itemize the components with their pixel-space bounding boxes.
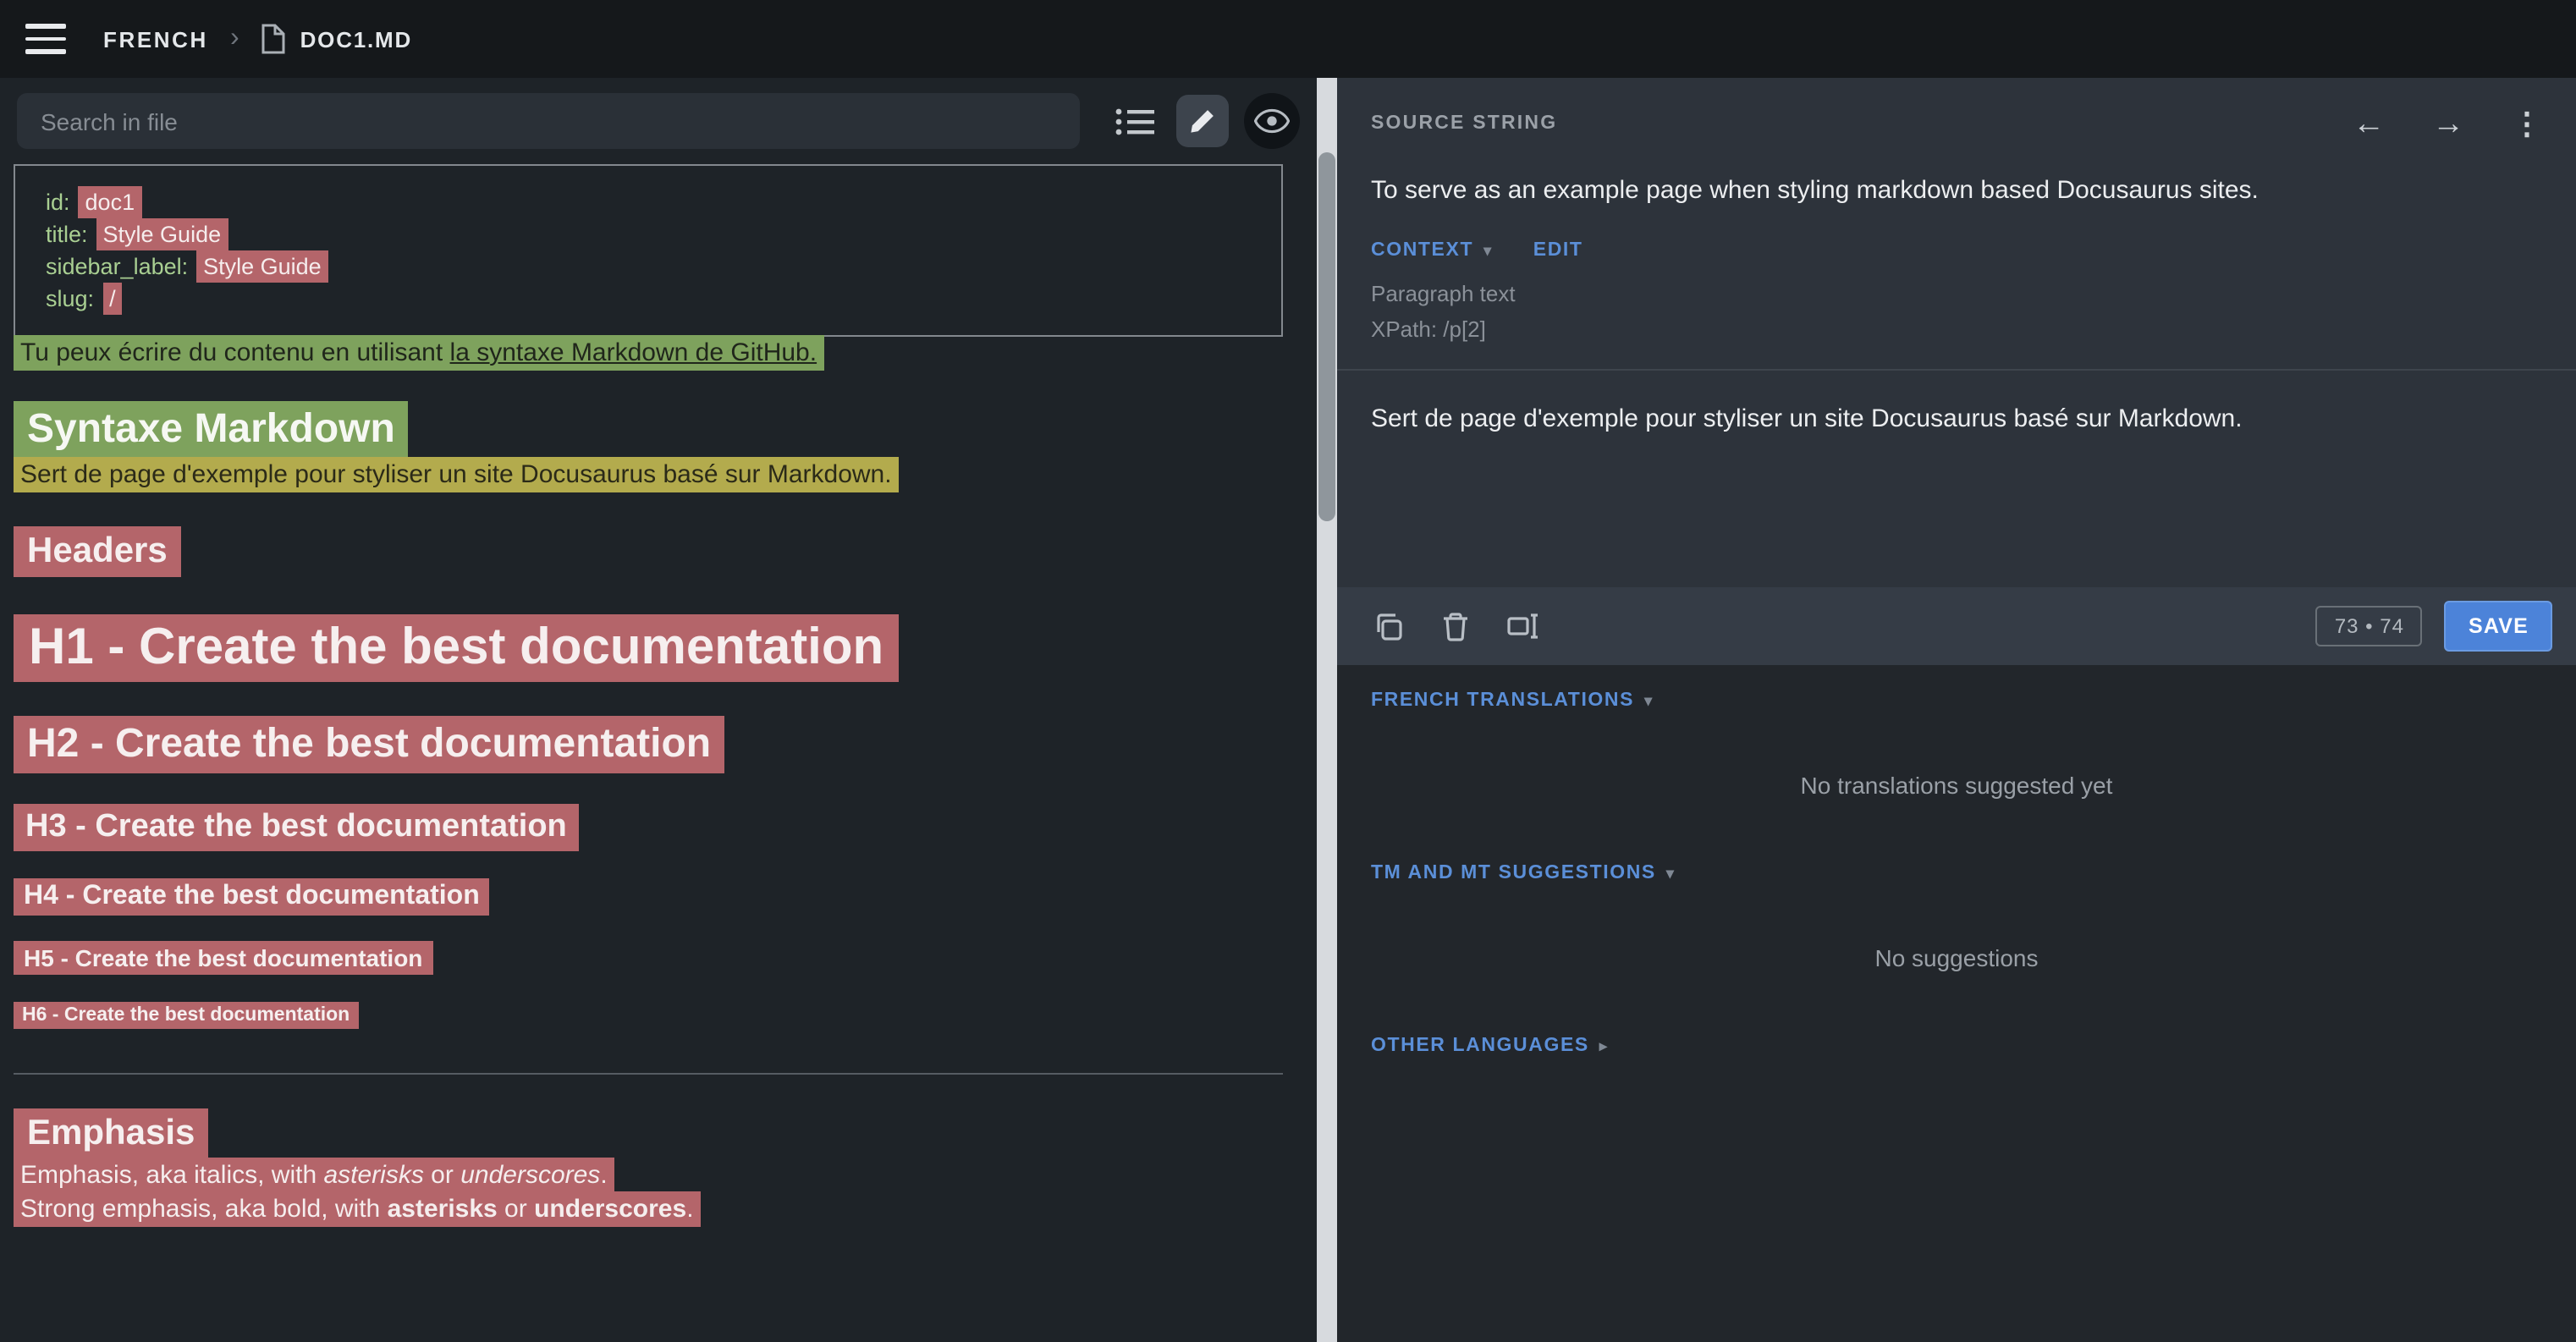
chevron-down-icon: ▾ bbox=[1483, 241, 1493, 260]
translation-block: Sert de page d'exemple pour styliser un … bbox=[1337, 371, 2576, 587]
frontmatter-value-string[interactable]: Style Guide bbox=[96, 218, 228, 250]
document-preview: id: doc1 title: Style Guide sidebar_label:… bbox=[0, 161, 1317, 1227]
h4-string[interactable]: H4 - Create the best documentation bbox=[14, 878, 490, 916]
paragraph-selected: Sert de page d'exemple pour styliser un … bbox=[14, 459, 1283, 492]
untranslated-string[interactable]: Strong emphasis, aka bold, with asterisk… bbox=[14, 1191, 701, 1227]
text-segment: or bbox=[424, 1161, 460, 1190]
copy-source-icon[interactable] bbox=[1361, 599, 1415, 653]
translation-toolbar: 73 • 74 SAVE bbox=[1337, 587, 2576, 665]
heading-translated-string[interactable]: Syntaxe Markdown bbox=[14, 401, 409, 459]
section-label: TM AND MT SUGGESTIONS bbox=[1371, 863, 1656, 883]
context-xpath: XPath: /p[2] bbox=[1371, 311, 2542, 347]
context-label: CONTEXT bbox=[1371, 240, 1473, 261]
text-segment: or bbox=[498, 1195, 534, 1224]
bold-segment: underscores bbox=[534, 1195, 686, 1224]
preview-mode-button[interactable] bbox=[1244, 93, 1300, 149]
h6-string[interactable]: H6 - Create the best documentation bbox=[14, 1002, 358, 1029]
frontmatter-line: title: Style Guide bbox=[46, 218, 1251, 250]
save-button[interactable]: SAVE bbox=[2445, 601, 2552, 652]
left-panel-scrollbar[interactable] bbox=[1317, 78, 1337, 1342]
source-string-block: SOURCE STRING ← → ⋮ To serve as an examp… bbox=[1337, 78, 2576, 371]
heading-untranslated-string[interactable]: Emphasis bbox=[14, 1108, 208, 1159]
link-segment[interactable]: la syntaxe Markdown de GitHub. bbox=[450, 338, 817, 367]
chevron-right-icon: › bbox=[230, 24, 239, 54]
context-type: Paragraph text bbox=[1371, 276, 2542, 311]
main-split: id: doc1 title: Style Guide sidebar_label:… bbox=[0, 78, 2576, 1342]
frontmatter-key: sidebar_label: bbox=[46, 254, 188, 279]
frontmatter-line: slug: / bbox=[46, 283, 1251, 315]
frontmatter-block: id: doc1 title: Style Guide sidebar_label:… bbox=[14, 164, 1283, 337]
source-string-text: To serve as an example page when styling… bbox=[1371, 176, 2542, 205]
paragraph-untranslated: Strong emphasis, aka bold, with asterisk… bbox=[14, 1193, 1283, 1227]
eye-icon bbox=[1254, 108, 1290, 134]
char-counter: 73 • 74 bbox=[2316, 606, 2423, 646]
section-label: FRENCH TRANSLATIONS bbox=[1371, 690, 1634, 711]
section-label: OTHER LANGUAGES bbox=[1371, 1036, 1589, 1056]
context-info: Paragraph text XPath: /p[2] bbox=[1371, 276, 2542, 369]
h5-string[interactable]: H5 - Create the best documentation bbox=[14, 941, 432, 975]
left-toolbar bbox=[0, 78, 1317, 161]
italic-segment: underscores bbox=[460, 1161, 600, 1190]
frontmatter-value-string[interactable]: Style Guide bbox=[196, 250, 328, 283]
translation-editor-app: FRENCH › DOC1.MD bbox=[0, 0, 2576, 1342]
next-string-icon[interactable]: → bbox=[2432, 107, 2464, 140]
chevron-down-icon: ▾ bbox=[1644, 691, 1654, 710]
translation-panel: SOURCE STRING ← → ⋮ To serve as an examp… bbox=[1337, 78, 2576, 1342]
section-other-languages[interactable]: OTHER LANGUAGES ▸ bbox=[1371, 1036, 2542, 1056]
breadcrumb-project[interactable]: FRENCH bbox=[103, 26, 208, 52]
translations-empty-text: No translations suggested yet bbox=[1371, 772, 2542, 799]
edit-context-button[interactable]: EDIT bbox=[1533, 240, 1583, 261]
source-string-label: SOURCE STRING bbox=[1371, 113, 1557, 134]
chevron-right-icon: ▸ bbox=[1599, 1037, 1609, 1055]
pencil-icon bbox=[1188, 107, 1217, 135]
file-preview-panel: id: doc1 title: Style Guide sidebar_label:… bbox=[0, 78, 1337, 1342]
search-input[interactable] bbox=[17, 93, 1080, 149]
h1-string[interactable]: H1 - Create the best documentation bbox=[14, 614, 899, 682]
edit-mode-button[interactable] bbox=[1176, 95, 1229, 147]
frontmatter-key: slug: bbox=[46, 286, 94, 311]
text-segment: Emphasis, aka italics, with bbox=[20, 1161, 323, 1190]
tm-empty-text: No suggestions bbox=[1371, 944, 2542, 971]
menu-icon[interactable] bbox=[25, 24, 66, 54]
file-icon bbox=[261, 24, 287, 54]
frontmatter-key: title: bbox=[46, 222, 88, 247]
bold-segment: asterisks bbox=[388, 1195, 498, 1224]
edit-label: EDIT bbox=[1533, 240, 1583, 261]
scrollbar-thumb[interactable] bbox=[1318, 152, 1335, 521]
previous-string-icon[interactable]: ← bbox=[2353, 107, 2385, 140]
frontmatter-key: id: bbox=[46, 190, 70, 215]
more-options-icon[interactable]: ⋮ bbox=[2512, 108, 2542, 139]
clear-translation-icon[interactable] bbox=[1428, 599, 1483, 653]
selected-string[interactable]: Sert de page d'exemple pour styliser un … bbox=[14, 457, 899, 492]
italic-segment: asterisks bbox=[323, 1161, 423, 1190]
section-tm-mt-suggestions[interactable]: TM AND MT SUGGESTIONS ▾ bbox=[1371, 863, 2542, 883]
heading-untranslated-string[interactable]: Headers bbox=[14, 526, 181, 577]
text-segment: . bbox=[600, 1161, 607, 1190]
paragraph-translated: Tu peux écrire du contenu en utilisant l… bbox=[14, 337, 1283, 371]
h3-string[interactable]: H3 - Create the best documentation bbox=[14, 804, 579, 851]
translated-string[interactable]: Tu peux écrire du contenu en utilisant l… bbox=[14, 335, 823, 371]
section-french-translations[interactable]: FRENCH TRANSLATIONS ▾ bbox=[1371, 690, 2542, 711]
string-list-icon[interactable] bbox=[1110, 96, 1161, 146]
breadcrumb-file[interactable]: DOC1.MD bbox=[300, 26, 413, 52]
untranslated-string[interactable]: Emphasis, aka italics, with asterisks or… bbox=[14, 1158, 614, 1193]
text-segment: . bbox=[686, 1195, 693, 1224]
suggestions-area: FRENCH TRANSLATIONS ▾ No translations sug… bbox=[1337, 665, 2576, 1342]
context-toggle[interactable]: CONTEXT ▾ bbox=[1371, 240, 1493, 261]
text-cursor-icon[interactable] bbox=[1496, 599, 1550, 653]
h2-string[interactable]: H2 - Create the best documentation bbox=[14, 716, 724, 773]
frontmatter-value-string[interactable]: / bbox=[102, 283, 123, 315]
frontmatter-value-string[interactable]: doc1 bbox=[79, 186, 142, 218]
translation-input[interactable]: Sert de page d'exemple pour styliser un … bbox=[1371, 404, 2542, 506]
text-segment: Strong emphasis, aka bold, with bbox=[20, 1195, 388, 1224]
top-bar: FRENCH › DOC1.MD bbox=[0, 0, 2576, 78]
text-segment: Tu peux écrire du contenu en utilisant bbox=[20, 338, 450, 367]
frontmatter-line: sidebar_label: Style Guide bbox=[46, 250, 1251, 283]
chevron-down-icon: ▾ bbox=[1666, 864, 1676, 883]
paragraph-untranslated: Emphasis, aka italics, with asterisks or… bbox=[14, 1159, 1283, 1193]
frontmatter-line: id: doc1 bbox=[46, 186, 1251, 218]
